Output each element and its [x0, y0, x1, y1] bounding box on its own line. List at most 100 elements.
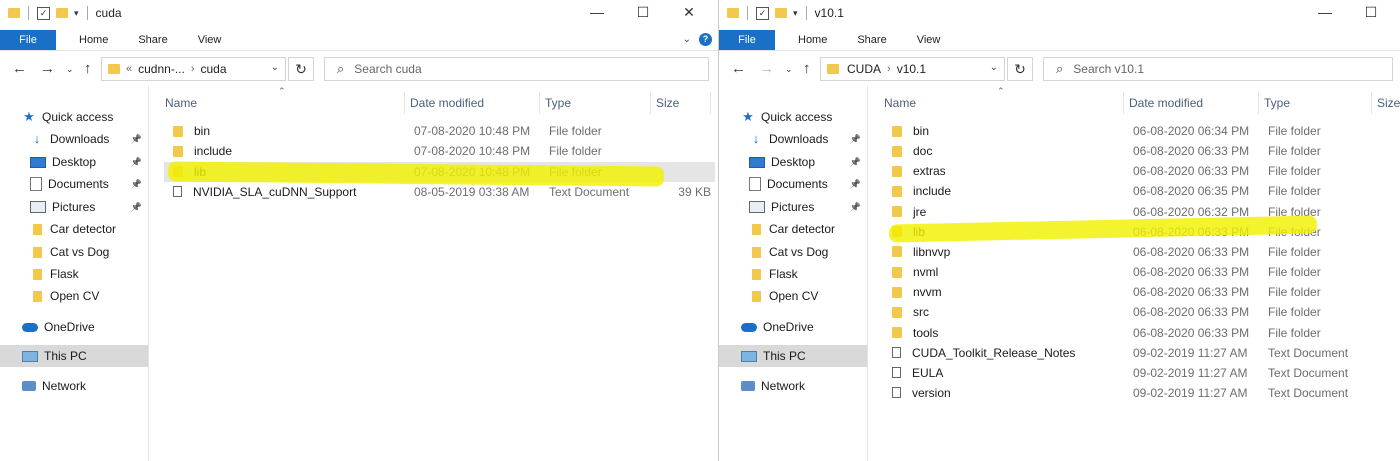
search-box[interactable]: ⌕ Search cuda [324, 57, 709, 81]
pin-icon[interactable]: 📌 [850, 157, 861, 168]
breadcrumb-current[interactable]: cuda [201, 62, 227, 76]
address-dropdown-icon[interactable]: ⌄ [271, 62, 279, 73]
sidebar-item-desktop[interactable]: Desktop 📌 [0, 151, 148, 173]
column-header-size[interactable]: Size [1372, 92, 1400, 114]
sidebar-item-downloads[interactable]: ↓ Downloads 📌 [0, 128, 148, 150]
pin-icon[interactable]: 📌 [131, 202, 142, 213]
column-header-name[interactable]: Name [160, 92, 405, 114]
column-header-type[interactable]: Type [540, 92, 651, 114]
customize-toolbar-icon[interactable]: ▾ [793, 8, 798, 19]
back-arrow-icon[interactable]: ← [12, 60, 27, 77]
pane-divider[interactable] [148, 86, 149, 461]
breadcrumb-separator[interactable]: › [191, 63, 195, 75]
file-row[interactable]: version 09-02-2019 11:27 AM Text Document [883, 383, 1376, 403]
sidebar-item-quick-access[interactable]: ★ Quick access [719, 106, 867, 128]
file-row[interactable]: jre 06-08-2020 06:32 PM File folder [883, 202, 1376, 222]
sidebar-item-downloads[interactable]: ↓ Downloads 📌 [719, 128, 867, 150]
sidebar-item-flask[interactable]: Flask [719, 263, 867, 285]
file-row[interactable]: CUDA_Toolkit_Release_Notes 09-02-2019 11:… [883, 343, 1376, 363]
sidebar-item-flask[interactable]: Flask [0, 263, 148, 285]
breadcrumb-current[interactable]: v10.1 [897, 62, 926, 76]
breadcrumb-separator[interactable]: › [887, 63, 891, 75]
sidebar-item-open-cv[interactable]: Open CV [719, 285, 867, 307]
file-row[interactable]: libnvvp 06-08-2020 06:33 PM File folder [883, 242, 1376, 262]
tab-share[interactable]: Share [842, 30, 901, 50]
breadcrumb-item[interactable]: cudnn-... [138, 62, 185, 76]
sidebar-item-car-detector[interactable]: Car detector [719, 218, 867, 240]
sidebar-item-onedrive[interactable]: OneDrive [719, 316, 867, 338]
address-dropdown-icon[interactable]: ⌄ [990, 62, 998, 73]
expand-ribbon-icon[interactable]: ⌄ [683, 34, 691, 45]
tab-home[interactable]: Home [64, 30, 123, 50]
recent-locations-chevron-icon[interactable]: ⌄ [785, 64, 793, 75]
sidebar-item-desktop[interactable]: Desktop 📌 [719, 151, 867, 173]
tab-share[interactable]: Share [123, 30, 182, 50]
pin-icon[interactable]: 📌 [131, 179, 142, 190]
sidebar-item-cat-vs-dog[interactable]: Cat vs Dog [0, 241, 148, 263]
column-header-name[interactable]: Name [879, 92, 1124, 114]
column-header-size[interactable]: Size [651, 92, 711, 114]
pin-icon[interactable]: 📌 [850, 202, 861, 213]
file-row[interactable]: lib 06-08-2020 06:33 PM File folder [883, 222, 1376, 242]
address-bar[interactable]: « cudnn-... › cuda ⌄ [101, 57, 286, 81]
file-row[interactable]: tools 06-08-2020 06:33 PM File folder [883, 323, 1376, 343]
sidebar-item-open-cv[interactable]: Open CV [0, 285, 148, 307]
sidebar-item-documents[interactable]: Documents 📌 [719, 173, 867, 195]
file-row[interactable]: bin 07-08-2020 10:48 PM File folder [164, 121, 715, 141]
folder-icon[interactable] [8, 8, 20, 18]
sidebar-item-this-pc[interactable]: This PC [0, 345, 148, 367]
search-input[interactable]: Search v10.1 [1073, 62, 1144, 76]
pin-icon[interactable]: 📌 [850, 179, 861, 190]
refresh-button[interactable]: ↻ [288, 57, 314, 81]
minimize-button[interactable]: — [1302, 4, 1348, 21]
breadcrumb-item[interactable]: CUDA [847, 62, 881, 76]
tab-view[interactable]: View [902, 30, 956, 50]
minimize-button[interactable]: — [574, 4, 620, 21]
file-row[interactable]: doc 06-08-2020 06:33 PM File folder [883, 141, 1376, 161]
breadcrumb-overflow[interactable]: « [126, 63, 132, 75]
file-row[interactable]: nvml 06-08-2020 06:33 PM File folder [883, 262, 1376, 282]
file-row[interactable]: bin 06-08-2020 06:34 PM File folder [883, 121, 1376, 141]
pin-icon[interactable]: 📌 [131, 157, 142, 168]
sidebar-item-quick-access[interactable]: ★ Quick access [0, 106, 148, 128]
sidebar-item-onedrive[interactable]: OneDrive [0, 316, 148, 338]
forward-arrow-icon[interactable]: → [759, 60, 774, 77]
refresh-button[interactable]: ↻ [1007, 57, 1033, 81]
file-row[interactable]: nvvm 06-08-2020 06:33 PM File folder [883, 282, 1376, 302]
column-header-date-modified[interactable]: Date modified [1124, 92, 1259, 114]
sidebar-item-cat-vs-dog[interactable]: Cat vs Dog [719, 241, 867, 263]
pane-divider[interactable] [867, 86, 868, 461]
column-header-date-modified[interactable]: Date modified [405, 92, 540, 114]
file-row[interactable]: lib 07-08-2020 10:48 PM File folder [164, 161, 715, 182]
file-row[interactable]: include 07-08-2020 10:48 PM File folder [164, 141, 715, 161]
file-row[interactable]: EULA 09-02-2019 11:27 AM Text Document [883, 363, 1376, 383]
sidebar-item-this-pc[interactable]: This PC [719, 345, 867, 367]
file-row[interactable]: NVIDIA_SLA_cuDNN_Support 08-05-2019 03:38… [164, 182, 715, 202]
pin-icon[interactable]: 📌 [850, 134, 861, 145]
properties-check-icon[interactable]: ✓ [756, 6, 769, 20]
tab-file[interactable]: File [0, 30, 56, 50]
pin-icon[interactable]: 📌 [131, 134, 142, 145]
close-button[interactable]: ✕ [666, 4, 712, 21]
maximize-button[interactable]: ☐ [620, 4, 666, 21]
search-box[interactable]: ⌕ Search v10.1 [1043, 57, 1393, 81]
new-folder-icon[interactable] [56, 8, 68, 18]
up-arrow-icon[interactable]: ↑ [84, 60, 92, 77]
sidebar-item-car-detector[interactable]: Car detector [0, 218, 148, 240]
recent-locations-chevron-icon[interactable]: ⌄ [66, 64, 74, 75]
folder-icon[interactable] [727, 8, 739, 18]
column-header-type[interactable]: Type [1259, 92, 1372, 114]
file-row[interactable]: extras 06-08-2020 06:33 PM File folder [883, 161, 1376, 181]
customize-toolbar-icon[interactable]: ▾ [74, 8, 79, 19]
properties-check-icon[interactable]: ✓ [37, 6, 50, 20]
tab-home[interactable]: Home [783, 30, 842, 50]
forward-arrow-icon[interactable]: → [40, 60, 55, 77]
tab-file[interactable]: File [719, 30, 775, 50]
sidebar-item-pictures[interactable]: Pictures 📌 [719, 196, 867, 218]
up-arrow-icon[interactable]: ↑ [803, 60, 811, 77]
back-arrow-icon[interactable]: ← [731, 60, 746, 77]
sidebar-item-network[interactable]: Network [0, 375, 148, 397]
help-icon[interactable]: ? [699, 33, 712, 46]
file-row[interactable]: include 06-08-2020 06:35 PM File folder [883, 181, 1376, 201]
search-input[interactable]: Search cuda [354, 62, 421, 76]
